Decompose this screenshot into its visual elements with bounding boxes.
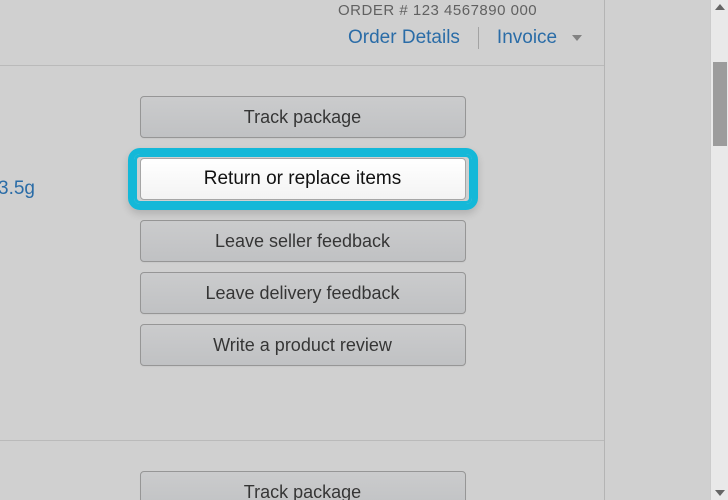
scrollbar-track[interactable] xyxy=(710,0,728,500)
invoice-link[interactable]: Invoice xyxy=(497,27,582,49)
content-right-edge xyxy=(604,0,605,500)
scroll-up-icon[interactable] xyxy=(715,4,725,10)
section-divider-2 xyxy=(0,440,605,441)
leave-delivery-feedback-button[interactable]: Leave delivery feedback xyxy=(140,272,466,314)
order-actions: Track package Return or replace items Le… xyxy=(0,66,605,500)
order-links-row: Order Details Invoice xyxy=(0,27,728,49)
product-title-partial[interactable]: 3.5g xyxy=(0,178,35,200)
write-product-review-button[interactable]: Write a product review xyxy=(140,324,466,366)
track-package-button-2[interactable]: Track package xyxy=(140,471,466,500)
highlighted-action: Return or replace items xyxy=(128,148,478,210)
order-number: ORDER # 123 4567890 000 xyxy=(338,2,537,19)
chevron-down-icon xyxy=(572,35,582,41)
scroll-down-icon[interactable] xyxy=(715,490,725,496)
order-header: ORDER # 123 4567890 000 xyxy=(0,0,728,19)
scrollbar-thumb[interactable] xyxy=(713,62,727,146)
order-panel: ORDER # 123 4567890 000 Order Details In… xyxy=(0,0,728,500)
link-separator xyxy=(478,27,479,49)
return-or-replace-button[interactable]: Return or replace items xyxy=(140,158,466,200)
leave-seller-feedback-button[interactable]: Leave seller feedback xyxy=(140,220,466,262)
track-package-button[interactable]: Track package xyxy=(140,96,466,138)
order-details-link[interactable]: Order Details xyxy=(348,27,460,49)
invoice-link-label: Invoice xyxy=(497,27,557,48)
